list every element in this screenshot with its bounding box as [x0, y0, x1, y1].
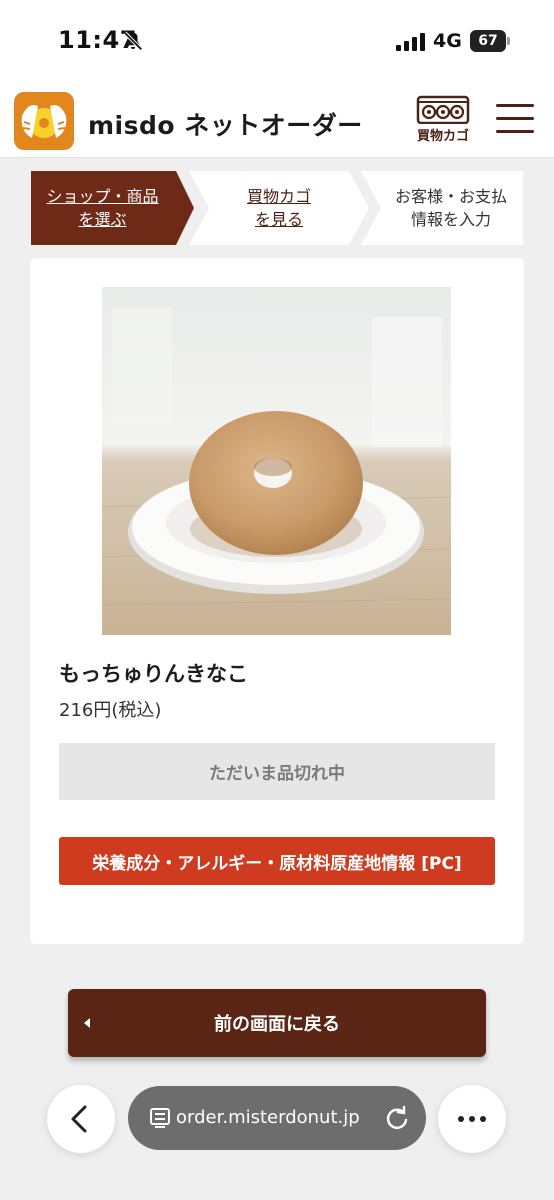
menu-icon-bar	[496, 130, 534, 133]
soldout-button: ただいま品切れ中	[59, 743, 495, 800]
step-view-cart[interactable]: 買物カゴ を見る	[189, 171, 369, 245]
status-bar: 11:47 4G 67	[0, 0, 554, 80]
tabs-icon	[150, 1108, 170, 1128]
back-button-label: 前の画面に戻る	[214, 1014, 340, 1035]
cart-label: 買物カゴ	[416, 129, 469, 144]
logo-icon[interactable]	[14, 92, 74, 150]
step-select-shop[interactable]: ショップ・商品 を選ぶ	[31, 171, 194, 245]
bell-slash-icon	[123, 31, 143, 51]
product-price: 216円(税込)	[59, 700, 162, 721]
site-header: misdo ネットオーダー 買物カゴ	[0, 80, 554, 158]
back-button[interactable]: 前の画面に戻る	[68, 989, 486, 1057]
brand-title: misdo ネットオーダー	[88, 111, 363, 140]
url-bar[interactable]: order.misterdonut.jp	[128, 1086, 426, 1150]
product-card: もっちゅりんきなこ 216円(税込) ただいま品切れ中 栄養成分・アレルギー・原…	[30, 258, 524, 944]
step-label-line1: ショップ・商品	[46, 187, 159, 206]
step-label-line2: 情報を入力	[410, 210, 491, 229]
battery-level: 67	[470, 30, 506, 52]
browser-more-button[interactable]	[438, 1085, 506, 1153]
reload-icon[interactable]	[383, 1104, 411, 1132]
product-image	[102, 287, 451, 635]
nutrition-info-button[interactable]: 栄養成分・アレルギー・原材料原産地情報 [PC]	[59, 837, 495, 885]
cart-button[interactable]: 買物カゴ	[414, 94, 472, 146]
signal-icon	[396, 33, 425, 51]
browser-back-button[interactable]	[47, 1085, 115, 1153]
step-customer-info: お客様・お支払 情報を入力	[361, 171, 523, 245]
cart-icon	[416, 95, 470, 124]
network-type: 4G	[433, 30, 462, 52]
battery-cap	[507, 37, 510, 45]
step-label-line2: を選ぶ	[78, 210, 127, 229]
chevron-left-icon	[71, 1105, 87, 1133]
menu-icon-bar	[496, 117, 534, 120]
order-steps: ショップ・商品 を選ぶ 買物カゴ を見る お客様・お支払 情報を入力	[31, 171, 523, 245]
url-text: order.misterdonut.jp	[176, 1107, 360, 1128]
step-label-line2: を見る	[254, 210, 303, 229]
step-label-line1: 買物カゴ	[246, 187, 311, 206]
back-arrow-icon	[84, 1018, 90, 1028]
menu-button[interactable]	[496, 102, 534, 136]
more-icon	[458, 1116, 486, 1122]
product-name: もっちゅりんきなこ	[59, 662, 248, 686]
menu-icon-bar	[496, 104, 534, 107]
step-label-line1: お客様・お支払	[394, 187, 507, 206]
